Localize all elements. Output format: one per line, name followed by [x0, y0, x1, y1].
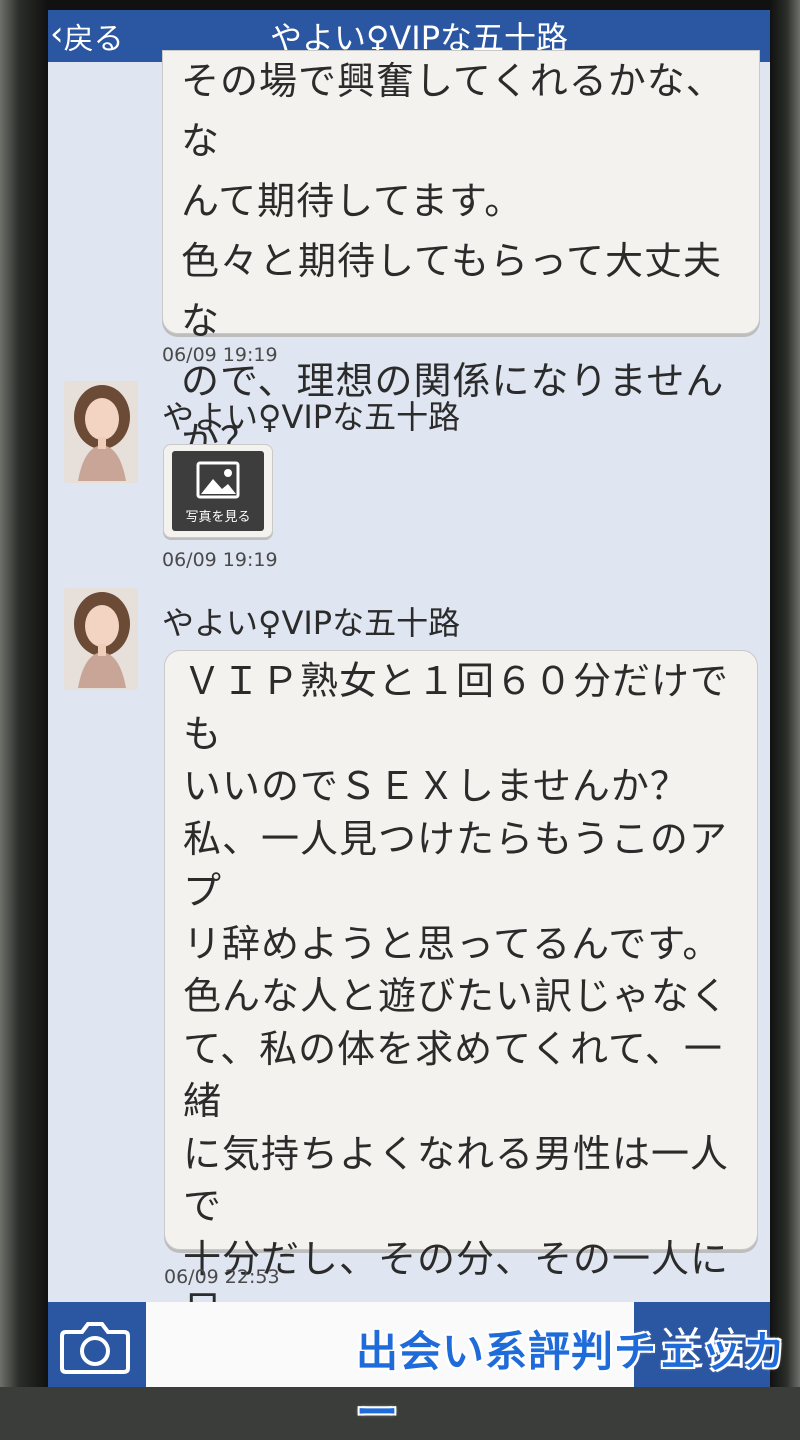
avatar[interactable]: [64, 381, 138, 483]
status-bar: [48, 0, 770, 10]
sender-name: やよい♀VIPな五十路: [162, 398, 461, 436]
camera-icon: [60, 1322, 130, 1374]
back-chevron-icon: ‹: [50, 14, 64, 54]
avatar[interactable]: [64, 588, 138, 690]
photo-placeholder: 写真を見る: [172, 451, 264, 531]
view-photo-label: 写真を見る: [185, 510, 251, 525]
camera-button[interactable]: [58, 1316, 132, 1376]
message-timestamp: 06/09 19:19: [162, 344, 278, 366]
back-button[interactable]: ‹ 戻る: [48, 10, 128, 62]
back-label: 戻る: [63, 22, 124, 57]
message-timestamp: 06/09 19:19: [162, 549, 278, 571]
sender-name: やよい♀VIPな五十路: [162, 604, 461, 642]
message-timestamp: 06/09 22:53: [164, 1266, 280, 1288]
message-bubble: その場で興奮してくれるかな、な んて期待してます。 色々と期待してもらって大丈夫…: [162, 50, 760, 463]
chat-screen: ‹ 戻る やよい♀VIPな五十路 その場で興奮してくれるかな、な んて期待してま…: [48, 0, 770, 1387]
phone-frame-left: [0, 0, 48, 1387]
photo-message[interactable]: 写真を見る: [163, 444, 273, 538]
phone-frame-right: [770, 0, 800, 1387]
watermark: 出会い系評判チェッカー: [356, 1327, 787, 1437]
message-bubble: ＶＩＰ熟女と１回６０分だけでも いいのでＳＥＸしませんか？ 私、一人見つけたらも…: [164, 650, 758, 1386]
